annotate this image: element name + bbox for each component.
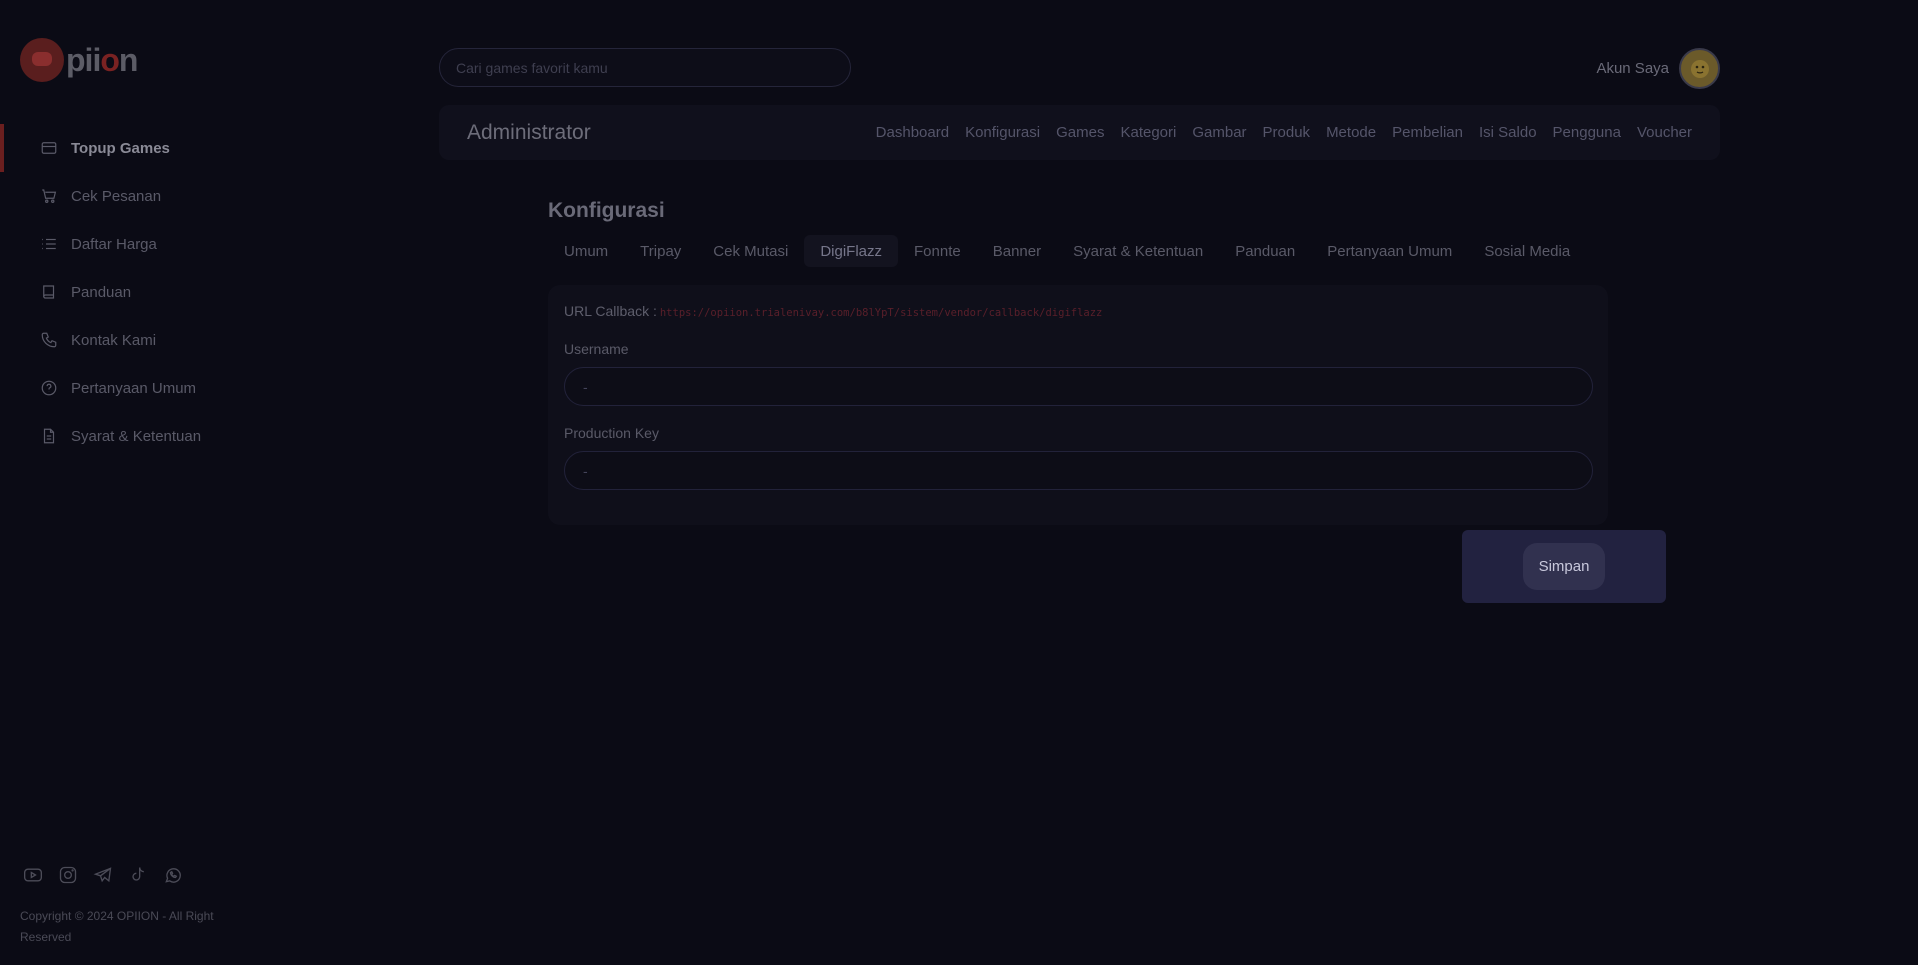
logo-text: piion — [66, 41, 138, 78]
save-panel: Simpan — [1462, 530, 1666, 603]
admin-menu-kategori[interactable]: Kategori — [1120, 124, 1176, 141]
sidebar-item-syarat-ketentuan[interactable]: Syarat & Ketentuan — [0, 412, 300, 460]
save-button[interactable]: Simpan — [1523, 543, 1605, 590]
sidebar-item-label: Pertanyaan Umum — [71, 379, 197, 397]
avatar[interactable] — [1679, 48, 1720, 89]
digiflazz-config-card: URL Callback : https://opiion.trialeniva… — [548, 285, 1608, 525]
callback-label: URL Callback : — [564, 303, 657, 319]
admin-menu-dashboard[interactable]: Dashboard — [876, 124, 949, 141]
sidebar-item-topup-games[interactable]: Topup Games — [0, 124, 300, 172]
tab-tripay[interactable]: Tripay — [624, 235, 697, 267]
sidebar-item-label: Daftar Harga — [71, 235, 157, 253]
whatsapp-icon[interactable] — [160, 862, 185, 887]
username-field[interactable] — [564, 367, 1593, 406]
youtube-icon[interactable] — [20, 862, 45, 887]
telegram-icon[interactable] — [90, 862, 115, 887]
sidebar-item-panduan[interactable]: Panduan — [0, 268, 300, 316]
production-key-label: Production Key — [564, 425, 659, 441]
callback-row: URL Callback : https://opiion.trialeniva… — [564, 303, 1592, 319]
tab-syarat-ketentuan[interactable]: Syarat & Ketentuan — [1057, 235, 1219, 267]
tab-banner[interactable]: Banner — [977, 235, 1057, 267]
username-label: Username — [564, 341, 629, 357]
page-title: Konfigurasi — [548, 199, 665, 222]
social-links — [20, 862, 185, 887]
cart-icon — [40, 187, 58, 205]
tab-sosial-media[interactable]: Sosial Media — [1468, 235, 1586, 267]
copyright-text: Copyright © 2024 OPIION - All Right Rese… — [20, 909, 214, 944]
admin-menu-konfigurasi[interactable]: Konfigurasi — [965, 124, 1040, 141]
config-tabs: Umum Tripay Cek Mutasi DigiFlazz Fonnte … — [548, 235, 1586, 267]
tab-fonnte[interactable]: Fonnte — [898, 235, 977, 267]
search-input[interactable] — [439, 48, 851, 87]
tab-cek-mutasi[interactable]: Cek Mutasi — [697, 235, 804, 267]
tab-pertanyaan-umum[interactable]: Pertanyaan Umum — [1311, 235, 1468, 267]
admin-menu: Dashboard Konfigurasi Games Kategori Gam… — [860, 124, 1692, 141]
tab-panduan[interactable]: Panduan — [1219, 235, 1311, 267]
sidebar-item-pertanyaan-umum[interactable]: Pertanyaan Umum — [0, 364, 300, 412]
sidebar-item-label: Cek Pesanan — [71, 187, 162, 205]
admin-menu-gambar[interactable]: Gambar — [1192, 124, 1246, 141]
sidebar-nav: Topup Games Cek Pesanan Daftar Harga Pan… — [0, 124, 300, 460]
sidebar-item-label: Kontak Kami — [71, 331, 157, 349]
admin-menu-pengguna[interactable]: Pengguna — [1553, 124, 1621, 141]
phone-icon — [40, 331, 58, 349]
sidebar-item-kontak-kami[interactable]: Kontak Kami — [0, 316, 300, 364]
admin-menu-pembelian[interactable]: Pembelian — [1392, 124, 1463, 141]
account-label: Akun Saya — [1596, 60, 1669, 77]
admin-title: Administrator — [467, 120, 591, 144]
admin-bar: Administrator Dashboard Konfigurasi Game… — [439, 105, 1720, 160]
admin-menu-produk[interactable]: Produk — [1263, 124, 1311, 141]
sidebar: piion Topup Games Cek Pesanan Daftar Har… — [0, 0, 300, 965]
credit-card-icon — [40, 139, 58, 157]
callback-url[interactable]: https://opiion.trialenivay.com/b8lYpT/si… — [660, 307, 1103, 319]
logo[interactable]: piion — [20, 38, 138, 82]
account-menu[interactable]: Akun Saya — [1596, 48, 1720, 89]
admin-menu-voucher[interactable]: Voucher — [1637, 124, 1692, 141]
tab-umum[interactable]: Umum — [548, 235, 624, 267]
question-icon — [40, 379, 58, 397]
admin-menu-isi-saldo[interactable]: Isi Saldo — [1479, 124, 1537, 141]
tiktok-icon[interactable] — [125, 862, 150, 887]
instagram-icon[interactable] — [55, 862, 80, 887]
admin-menu-metode[interactable]: Metode — [1326, 124, 1376, 141]
production-key-field[interactable] — [564, 451, 1593, 490]
sidebar-item-label: Syarat & Ketentuan — [71, 427, 202, 445]
logo-gamepad-icon — [20, 38, 64, 82]
avatar-face-icon — [1690, 59, 1709, 78]
tab-digiflazz[interactable]: DigiFlazz — [804, 235, 899, 267]
sidebar-item-cek-pesanan[interactable]: Cek Pesanan — [0, 172, 300, 220]
sidebar-item-label: Topup Games — [71, 139, 170, 157]
book-icon — [40, 283, 58, 301]
admin-menu-games[interactable]: Games — [1056, 124, 1104, 141]
sidebar-item-daftar-harga[interactable]: Daftar Harga — [0, 220, 300, 268]
list-icon — [40, 235, 58, 253]
sidebar-item-label: Panduan — [71, 283, 132, 301]
document-icon — [40, 427, 58, 445]
